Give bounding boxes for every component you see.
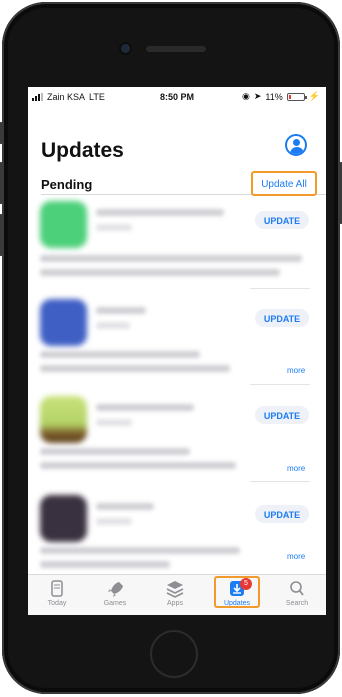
volume-up-button [0,162,3,204]
more-link[interactable]: more [287,366,305,375]
tab-games[interactable]: Games [90,578,140,614]
pending-heading: Pending [41,177,93,192]
location-icon: ➤ [253,91,262,101]
row-divider [250,288,310,289]
update-button[interactable]: UPDATE [255,309,309,327]
tab-today[interactable]: Today [32,578,82,614]
app-row: UPDATE more [28,293,326,391]
charging-icon: ⚡ [308,91,320,101]
battery-icon [286,92,307,101]
update-button[interactable]: UPDATE [255,406,309,424]
release-notes-blurred [40,255,302,262]
app-store-screen: Zain KSA LTE 8:50 PM ◉ ➤ 11% ⚡ Updates P… [28,87,326,615]
battery-percent: 11% [265,91,283,102]
home-button[interactable] [150,630,198,678]
search-icon [287,580,307,598]
updates-tab-highlight [214,576,260,608]
app-row: UPDATE more [28,390,326,488]
release-notes-blurred [40,448,190,455]
tab-search[interactable]: Search [272,578,322,614]
app-icon[interactable] [40,201,87,248]
release-notes-blurred [40,561,170,568]
app-row: UPDATE [28,195,326,293]
lock-rotation-icon: ◉ [242,91,250,101]
app-name-blurred [96,209,224,216]
status-right: ◉ ➤ 11% ⚡ [242,91,320,102]
update-button[interactable]: UPDATE [255,211,309,229]
row-divider [250,481,310,482]
update-all-button[interactable]: Update All [251,171,317,196]
app-icon[interactable] [40,396,87,443]
rocket-icon [105,580,125,598]
page-title: Updates [41,139,124,162]
tab-label: Apps [167,600,183,607]
account-avatar-icon[interactable] [285,134,307,156]
app-icon[interactable] [40,299,87,346]
status-bar: Zain KSA LTE 8:50 PM ◉ ➤ 11% ⚡ [28,87,326,107]
volume-down-button [0,214,3,256]
earpiece-speaker [146,46,206,52]
release-notes-blurred [40,547,240,554]
more-link[interactable]: more [287,552,305,561]
app-icon[interactable] [40,495,87,542]
app-name-blurred [96,404,194,411]
layers-icon [165,580,185,598]
app-row: UPDATE more [28,489,326,587]
app-name-blurred [96,503,154,510]
release-notes-blurred [40,269,280,276]
release-notes-blurred [40,365,230,372]
tab-label: Games [103,600,127,607]
tab-label: Today [47,600,67,607]
tab-label: Search [285,600,309,607]
mute-switch [0,122,3,144]
app-date-blurred [96,518,132,525]
update-button[interactable]: UPDATE [255,505,309,523]
front-camera [121,44,130,53]
app-date-blurred [96,419,132,426]
app-name-blurred [96,307,146,314]
app-date-blurred [96,224,132,231]
today-icon [47,580,67,598]
tab-apps[interactable]: Apps [150,578,200,614]
row-divider [250,384,310,385]
app-date-blurred [96,322,130,329]
tab-bar: Today Games Apps Updates Search [28,574,326,615]
more-link[interactable]: more [287,464,305,473]
release-notes-blurred [40,351,200,358]
release-notes-blurred [40,462,236,469]
updates-badge: 5 [240,578,252,590]
